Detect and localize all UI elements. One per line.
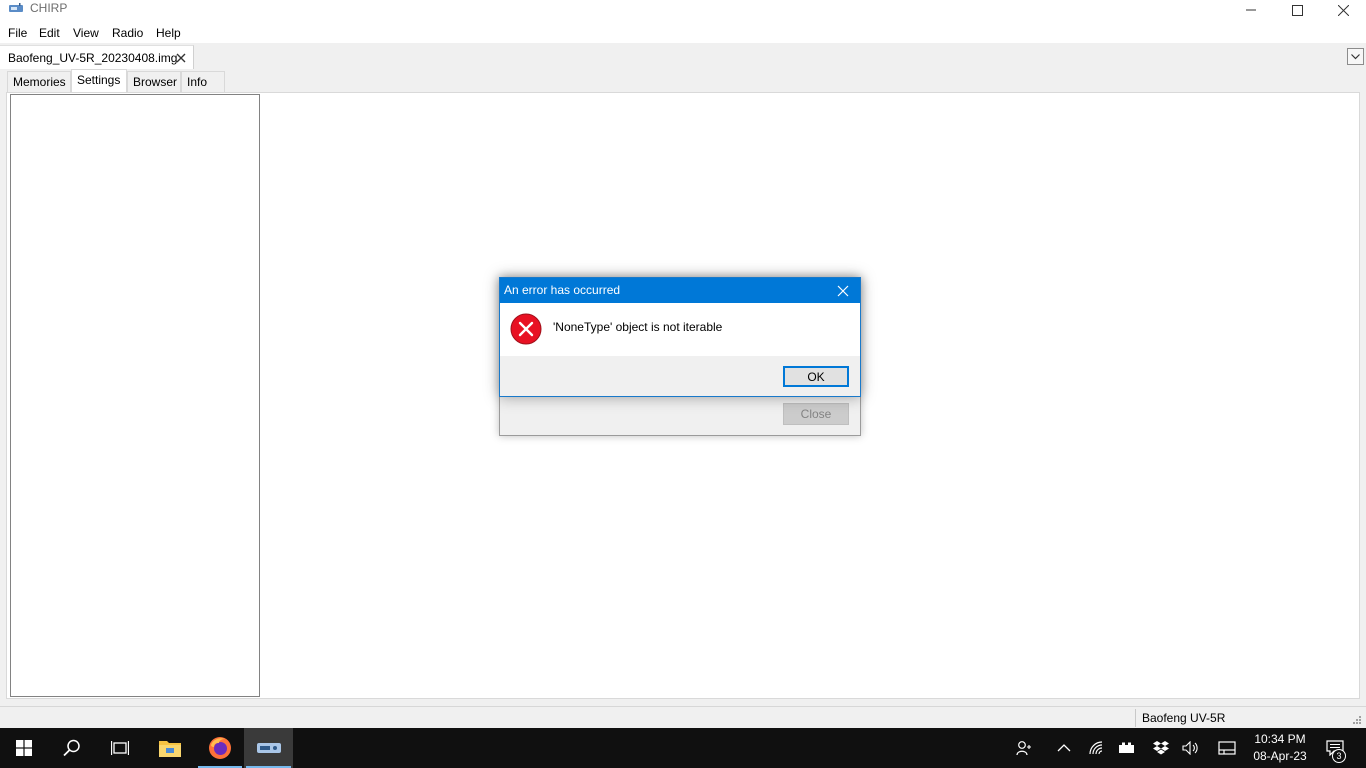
taskbar: 10:34 PM 08-Apr-23 3 (0, 728, 1366, 768)
taskbar-chirp[interactable] (244, 728, 293, 768)
close-icon (837, 285, 849, 297)
taskbar-file-explorer[interactable] (146, 728, 194, 768)
task-view-button[interactable] (96, 728, 144, 768)
keyboard-layout-icon (1218, 741, 1236, 755)
minimize-button[interactable] (1228, 0, 1274, 20)
settings-tree[interactable] (10, 94, 260, 697)
menu-help[interactable]: Help (156, 26, 181, 40)
document-tab[interactable]: Baofeng_UV-5R_20230408.img (0, 45, 194, 69)
tray-show-hidden[interactable] (1052, 728, 1076, 768)
window-title: CHIRP (30, 1, 68, 15)
ok-button[interactable]: OK (783, 366, 849, 387)
notification-count-badge: 3 (1332, 749, 1346, 763)
chirp-radio-icon (9, 3, 23, 12)
clock-date: 08-Apr-23 (1253, 749, 1307, 763)
tray-battery[interactable] (1116, 728, 1138, 768)
tab-memories[interactable]: Memories (7, 71, 71, 92)
window-close-button[interactable] (1320, 0, 1366, 20)
menu-radio[interactable]: Radio (112, 26, 143, 40)
error-dialog-content: 'NoneType' object is not iterable (500, 303, 860, 356)
menu-view[interactable]: View (73, 26, 99, 40)
file-explorer-icon (159, 741, 181, 757)
resize-grip-icon[interactable] (1352, 715, 1362, 725)
taskbar-search-button[interactable] (48, 728, 96, 768)
status-separator (1135, 709, 1136, 727)
close-icon (1337, 4, 1349, 16)
error-dialog-close-button[interactable] (834, 282, 852, 300)
menu-bar: File Edit View Radio Help (0, 22, 1366, 43)
taskbar-clock[interactable]: 10:34 PM 08-Apr-23 (1244, 731, 1316, 765)
error-message: 'NoneType' object is not iterable (553, 320, 723, 334)
maximize-button[interactable] (1274, 0, 1320, 20)
chevron-up-icon (1057, 744, 1071, 752)
status-bar: Baofeng UV-5R (0, 706, 1366, 728)
close-icon[interactable] (175, 52, 187, 64)
wifi-icon (1089, 741, 1103, 755)
error-dialog: An error has occurred 'NoneType' object … (499, 277, 861, 397)
tray-people[interactable] (1012, 728, 1036, 768)
tab-info[interactable]: Info (181, 71, 225, 92)
tray-network[interactable] (1086, 728, 1108, 768)
chirp-app-icon (256, 743, 281, 753)
tray-dropbox[interactable] (1150, 728, 1172, 768)
firefox-icon (209, 737, 231, 759)
menu-file[interactable]: File (8, 26, 27, 40)
tab-browser[interactable]: Browser (127, 71, 181, 92)
taskbar-firefox[interactable] (196, 728, 244, 768)
error-dialog-title: An error has occurred (504, 283, 621, 297)
battery-icon (1119, 742, 1134, 753)
people-icon (1016, 741, 1031, 756)
document-tab-strip: Baofeng_UV-5R_20230408.img (0, 43, 1366, 69)
start-button[interactable] (0, 728, 48, 768)
tray-volume[interactable] (1180, 728, 1202, 768)
task-view-icon (111, 741, 129, 755)
error-icon (510, 313, 542, 345)
error-dialog-title-bar: An error has occurred (500, 278, 860, 303)
chevron-down-icon (1351, 53, 1360, 59)
maximize-icon (1291, 4, 1303, 16)
volume-icon (1182, 741, 1198, 755)
tab-list-dropdown[interactable] (1347, 48, 1364, 65)
document-tab-label: Baofeng_UV-5R_20230408.img (8, 51, 178, 65)
tab-settings[interactable]: Settings (71, 69, 127, 93)
title-bar: CHIRP (0, 0, 1366, 22)
windows-start-icon (16, 740, 32, 756)
minimize-icon (1246, 9, 1256, 11)
status-radio-model: Baofeng UV-5R (1142, 711, 1226, 725)
clock-time: 10:34 PM (1254, 732, 1306, 746)
search-icon (63, 739, 80, 757)
tray-input[interactable] (1215, 728, 1239, 768)
menu-edit[interactable]: Edit (39, 26, 60, 40)
dropbox-icon (1153, 741, 1169, 755)
close-button: Close (783, 403, 849, 425)
